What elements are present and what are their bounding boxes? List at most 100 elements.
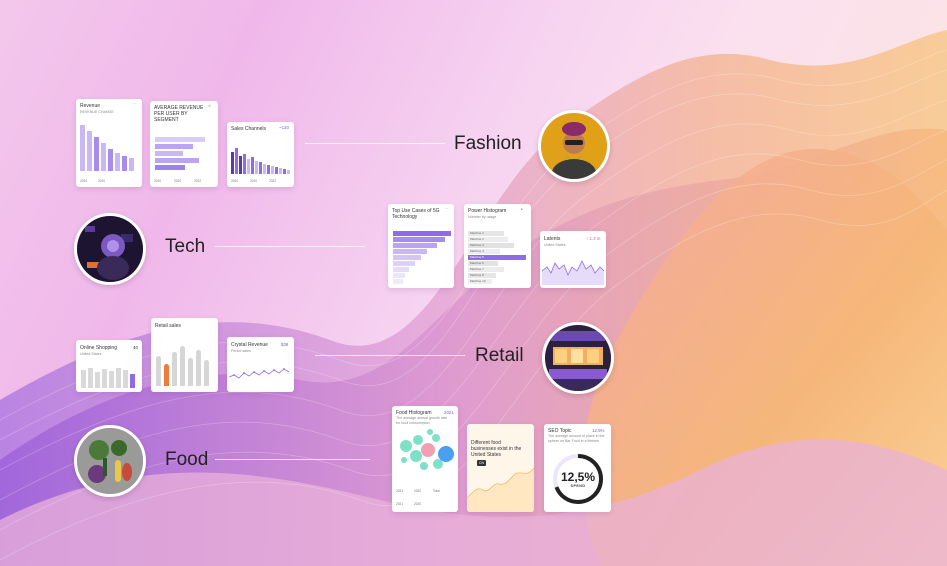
arpu-card[interactable]: AVERAGE REVENUE PER USER BY SEGMENT ✕ 20… — [150, 101, 218, 187]
bar — [393, 273, 405, 278]
bar — [155, 151, 183, 156]
retail-avatar — [542, 322, 614, 394]
crystal-revenue-line-chart — [229, 368, 290, 379]
bar — [80, 125, 85, 171]
bar — [164, 364, 169, 386]
bar — [393, 279, 403, 284]
bar — [188, 358, 193, 386]
bar — [95, 372, 100, 388]
bar — [87, 131, 92, 171]
bar — [94, 137, 99, 171]
food-businesses-card[interactable]: Different food businesses exist in the U… — [467, 424, 534, 512]
revenue-bar-chart — [80, 123, 138, 171]
bar — [116, 368, 121, 388]
bar — [259, 162, 262, 174]
card-subtitle: Period sales — [231, 349, 251, 353]
tick-label: 2020 — [154, 179, 162, 183]
sales-channels-card[interactable]: Sales Channels ~120 2020 2020 2022 — [227, 122, 294, 187]
category-label-food: Food — [165, 449, 209, 470]
bar — [271, 166, 274, 174]
warning-icon: ▲ — [520, 207, 524, 211]
bar — [129, 158, 134, 171]
tick-label: 2022 — [194, 179, 202, 183]
food-bubble-chart — [400, 429, 454, 470]
more-icon[interactable]: ⋯ — [445, 207, 449, 212]
bar: Machine 3 — [468, 243, 514, 248]
bar — [108, 149, 113, 171]
bar — [204, 360, 209, 386]
card-subtitle: The average annual growth rate for food … — [396, 416, 447, 425]
card-value: 12.5% — [592, 428, 605, 433]
revenue-card[interactable]: Revenue REVENUE CHANGE ⋯ 2020 2020 — [76, 99, 142, 187]
card-title: AVERAGE REVENUE PER USER BY SEGMENT — [154, 105, 204, 123]
bar — [88, 368, 93, 388]
bar — [123, 370, 128, 388]
card-subtitle: United States — [80, 352, 102, 356]
bar — [393, 261, 415, 266]
bar — [235, 148, 238, 174]
bar — [239, 156, 242, 174]
card-value: ↑ 1.3 m — [586, 236, 601, 241]
legend-item: 2020 — [414, 489, 422, 493]
bar — [115, 153, 120, 171]
online-shopping-card[interactable]: Online Shopping United States 40 — [76, 340, 142, 392]
food-connector-line — [215, 459, 370, 460]
legend-item: 2021 — [396, 489, 404, 493]
bar — [263, 164, 266, 174]
top-use-cases-card[interactable]: Top Use Cases of 5G Technology ⋯ — [388, 204, 454, 288]
retail-sales-card[interactable]: Retail sales — [151, 318, 218, 392]
category-label-fashion: Fashion — [454, 133, 522, 154]
card-title: Crystal Revenue — [231, 342, 268, 348]
bar — [255, 161, 258, 174]
bar — [393, 243, 437, 248]
bar: Machine 5 — [468, 255, 526, 260]
card-subtitle: Number by usage — [468, 215, 497, 219]
tick-label: 2020 — [231, 179, 239, 183]
bar: Machine 1 — [468, 231, 504, 236]
bar — [172, 352, 177, 386]
online-shopping-bar-chart — [81, 362, 139, 388]
bar: Machine 7 — [468, 267, 504, 272]
bar — [102, 369, 107, 388]
card-title: Revenue — [80, 103, 101, 109]
food-businesses-area-chart — [467, 467, 534, 512]
bar — [130, 374, 135, 388]
card-subtitle: REVENUE CHANGE — [80, 110, 114, 114]
seo-topic-card[interactable]: SEO Topic 12.5% The average amount of pl… — [544, 424, 611, 512]
bar — [155, 144, 193, 149]
bar — [81, 370, 86, 388]
bar — [393, 249, 427, 254]
retail-sales-bar-chart — [156, 342, 216, 386]
close-icon[interactable]: ✕ — [208, 104, 211, 109]
latents-card[interactable]: Latents United States ↑ 1.3 m — [540, 231, 606, 288]
bar — [101, 143, 106, 171]
bar: Machine 4 — [468, 249, 500, 254]
bar — [393, 237, 445, 242]
card-value: ~120 — [279, 125, 289, 130]
bar: Machine 8 — [468, 273, 496, 278]
power-histogram-card[interactable]: Power Histogram Number by usage ▲ Machin… — [464, 204, 531, 288]
retail-connector-line — [315, 355, 465, 356]
bar — [251, 157, 254, 174]
card-subtitle: The average amount of place in the spher… — [548, 434, 605, 443]
bar — [287, 170, 290, 174]
crystal-revenue-card[interactable]: Crystal Revenue Period sales $38 — [227, 337, 294, 392]
bar — [247, 159, 250, 174]
gauge-label: SPEND — [570, 484, 586, 488]
bar: Machine 10 — [468, 279, 492, 284]
more-icon[interactable]: ⋯ — [133, 102, 137, 107]
bar — [180, 346, 185, 386]
legend-item: Total — [433, 489, 440, 493]
card-title: Different food businesses exist in the U… — [471, 440, 522, 458]
sales-bar-chart — [231, 144, 291, 174]
bar — [283, 169, 286, 174]
category-label-retail: Retail — [475, 345, 524, 366]
food-histogram-card[interactable]: Food Histogram 2021 The average annual g… — [392, 406, 458, 512]
bar — [267, 165, 270, 174]
card-title: Online Shopping — [80, 345, 117, 351]
card-value: 2021 — [444, 410, 454, 415]
card-title: Top Use Cases of 5G Technology — [392, 208, 440, 220]
bar — [156, 356, 161, 386]
food-avatar — [74, 425, 146, 497]
bar — [196, 350, 201, 386]
